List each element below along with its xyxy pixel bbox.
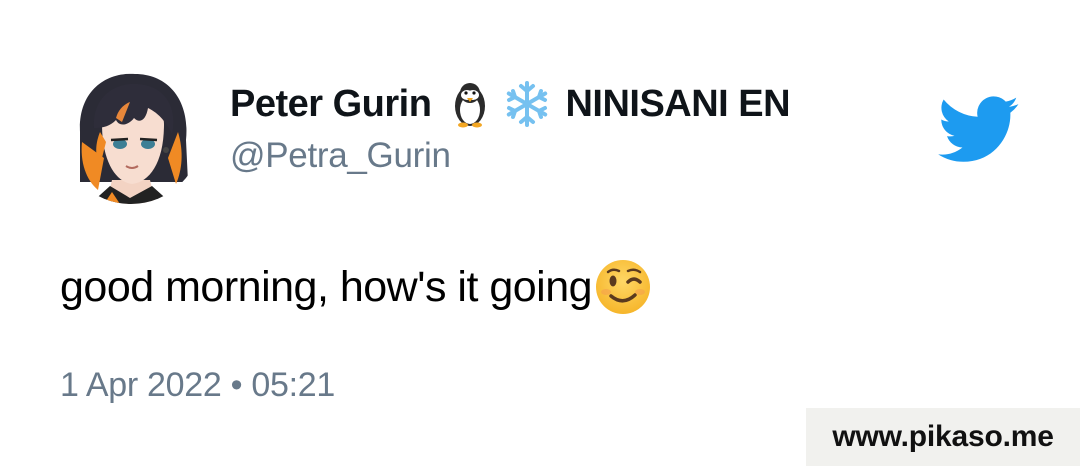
- watermark-text: www.pikaso.me: [832, 420, 1054, 453]
- author-handle[interactable]: @Petra_Gurin: [230, 136, 451, 176]
- tweet-body: good morning, how's it going: [60, 258, 652, 316]
- penguin-icon: [445, 79, 495, 129]
- tweet-text: good morning, how's it going: [60, 262, 593, 311]
- author-name-row[interactable]: Peter Gurin NINISANI EN: [230, 79, 791, 129]
- avatar-image: [60, 62, 202, 204]
- author-display-name-suffix[interactable]: NINISANI EN: [565, 83, 790, 126]
- avatar[interactable]: [60, 62, 202, 204]
- watermark: www.pikaso.me: [806, 408, 1080, 466]
- twitter-bird-icon[interactable]: [938, 96, 1020, 164]
- wink-icon: [594, 258, 652, 316]
- tweet-timestamp[interactable]: 1 Apr 2022 • 05:21: [60, 366, 335, 405]
- tweet-card: Peter Gurin NINISANI EN @Petra_Gurin goo…: [0, 0, 1080, 466]
- author-display-name[interactable]: Peter Gurin: [230, 83, 432, 126]
- snowflake-icon: [503, 80, 551, 128]
